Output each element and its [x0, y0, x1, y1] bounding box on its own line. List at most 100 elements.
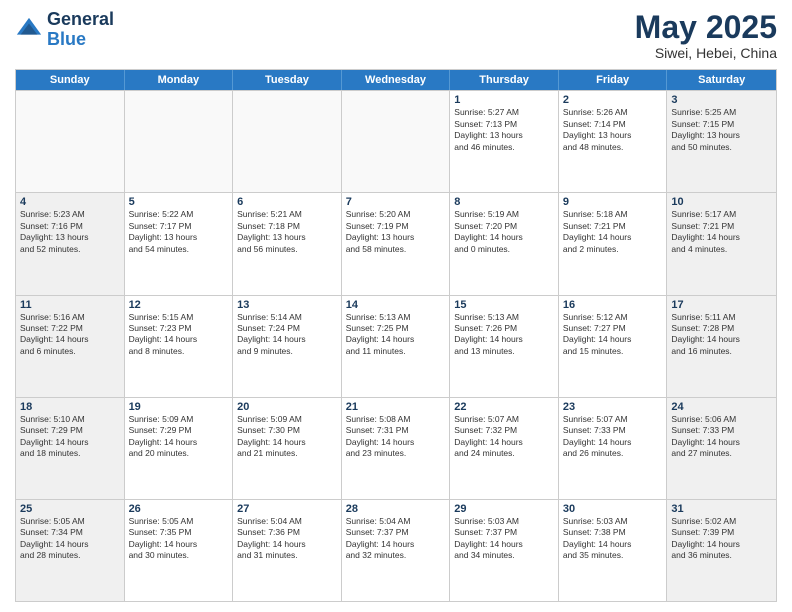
cell-info-line: Daylight: 14 hours [129, 539, 229, 550]
calendar-body: 1Sunrise: 5:27 AMSunset: 7:13 PMDaylight… [16, 90, 776, 601]
day-number: 5 [129, 196, 229, 208]
cell-info-line: Daylight: 13 hours [454, 130, 554, 141]
day-number: 19 [129, 401, 229, 413]
cell-info-line: and 27 minutes. [671, 448, 772, 459]
cell-info-line: Daylight: 14 hours [346, 334, 446, 345]
cell-info-line: and 34 minutes. [454, 550, 554, 561]
cell-info-line: Sunrise: 5:22 AM [129, 209, 229, 220]
day-number: 9 [563, 196, 663, 208]
calendar-cell: 11Sunrise: 5:16 AMSunset: 7:22 PMDayligh… [16, 296, 125, 397]
cell-info-line: Daylight: 13 hours [671, 130, 772, 141]
cell-info-line: Sunset: 7:37 PM [346, 527, 446, 538]
cell-info-line: Sunrise: 5:25 AM [671, 107, 772, 118]
cell-info-line: Sunrise: 5:08 AM [346, 414, 446, 425]
calendar-cell [233, 91, 342, 192]
cell-info-line: and 21 minutes. [237, 448, 337, 459]
cell-info-line: Sunrise: 5:11 AM [671, 312, 772, 323]
cell-info-line: Sunrise: 5:19 AM [454, 209, 554, 220]
cell-info-line: Sunrise: 5:20 AM [346, 209, 446, 220]
page-header: General Blue May 2025 Siwei, Hebei, Chin… [15, 10, 777, 61]
cell-info-line: Sunrise: 5:06 AM [671, 414, 772, 425]
day-header-monday: Monday [125, 70, 234, 90]
day-header-saturday: Saturday [667, 70, 776, 90]
cell-info-line: Daylight: 13 hours [563, 130, 663, 141]
calendar-cell: 21Sunrise: 5:08 AMSunset: 7:31 PMDayligh… [342, 398, 451, 499]
cell-info-line: Sunset: 7:26 PM [454, 323, 554, 334]
calendar-cell: 5Sunrise: 5:22 AMSunset: 7:17 PMDaylight… [125, 193, 234, 294]
day-number: 16 [563, 299, 663, 311]
day-number: 11 [20, 299, 120, 311]
cell-info-line: Sunrise: 5:21 AM [237, 209, 337, 220]
calendar-row-2: 4Sunrise: 5:23 AMSunset: 7:16 PMDaylight… [16, 192, 776, 294]
cell-info-line: and 8 minutes. [129, 346, 229, 357]
calendar-cell: 12Sunrise: 5:15 AMSunset: 7:23 PMDayligh… [125, 296, 234, 397]
cell-info-line: Sunrise: 5:13 AM [454, 312, 554, 323]
calendar-cell: 6Sunrise: 5:21 AMSunset: 7:18 PMDaylight… [233, 193, 342, 294]
title-block: May 2025 Siwei, Hebei, China [635, 10, 777, 61]
calendar-cell: 19Sunrise: 5:09 AMSunset: 7:29 PMDayligh… [125, 398, 234, 499]
cell-info-line: and 16 minutes. [671, 346, 772, 357]
cell-info-line: Daylight: 13 hours [346, 232, 446, 243]
cell-info-line: Sunset: 7:31 PM [346, 425, 446, 436]
cell-info-line: and 58 minutes. [346, 244, 446, 255]
cell-info-line: Sunset: 7:33 PM [563, 425, 663, 436]
cell-info-line: Sunset: 7:21 PM [671, 221, 772, 232]
logo-blue: Blue [47, 29, 86, 49]
cell-info-line: Daylight: 14 hours [20, 334, 120, 345]
day-number: 2 [563, 94, 663, 106]
day-number: 12 [129, 299, 229, 311]
cell-info-line: Sunset: 7:34 PM [20, 527, 120, 538]
cell-info-line: Sunrise: 5:09 AM [129, 414, 229, 425]
day-number: 24 [671, 401, 772, 413]
calendar-cell: 24Sunrise: 5:06 AMSunset: 7:33 PMDayligh… [667, 398, 776, 499]
cell-info-line: Sunrise: 5:10 AM [20, 414, 120, 425]
cell-info-line: and 30 minutes. [129, 550, 229, 561]
cell-info-line: and 23 minutes. [346, 448, 446, 459]
cell-info-line: Sunset: 7:23 PM [129, 323, 229, 334]
calendar-cell: 16Sunrise: 5:12 AMSunset: 7:27 PMDayligh… [559, 296, 668, 397]
cell-info-line: Sunset: 7:22 PM [20, 323, 120, 334]
cell-info-line: and 20 minutes. [129, 448, 229, 459]
cell-info-line: and 52 minutes. [20, 244, 120, 255]
day-number: 14 [346, 299, 446, 311]
cell-info-line: and 46 minutes. [454, 142, 554, 153]
day-header-wednesday: Wednesday [342, 70, 451, 90]
cell-info-line: Sunrise: 5:23 AM [20, 209, 120, 220]
cell-info-line: and 56 minutes. [237, 244, 337, 255]
cell-info-line: Daylight: 14 hours [671, 437, 772, 448]
calendar-cell [342, 91, 451, 192]
calendar-cell: 22Sunrise: 5:07 AMSunset: 7:32 PMDayligh… [450, 398, 559, 499]
cell-info-line: Sunset: 7:18 PM [237, 221, 337, 232]
cell-info-line: Sunrise: 5:17 AM [671, 209, 772, 220]
cell-info-line: Daylight: 14 hours [129, 437, 229, 448]
day-number: 26 [129, 503, 229, 515]
cell-info-line: Sunset: 7:13 PM [454, 119, 554, 130]
calendar-cell: 28Sunrise: 5:04 AMSunset: 7:37 PMDayligh… [342, 500, 451, 601]
cell-info-line: Daylight: 14 hours [671, 232, 772, 243]
cell-info-line: Daylight: 14 hours [346, 539, 446, 550]
day-number: 18 [20, 401, 120, 413]
calendar-cell [125, 91, 234, 192]
calendar-cell: 31Sunrise: 5:02 AMSunset: 7:39 PMDayligh… [667, 500, 776, 601]
day-number: 25 [20, 503, 120, 515]
cell-info-line: and 15 minutes. [563, 346, 663, 357]
cell-info-line: Sunset: 7:19 PM [346, 221, 446, 232]
cell-info-line: Sunrise: 5:07 AM [454, 414, 554, 425]
cell-info-line: Sunrise: 5:12 AM [563, 312, 663, 323]
calendar-cell: 3Sunrise: 5:25 AMSunset: 7:15 PMDaylight… [667, 91, 776, 192]
calendar-header: SundayMondayTuesdayWednesdayThursdayFrid… [16, 70, 776, 90]
cell-info-line: Daylight: 14 hours [671, 334, 772, 345]
calendar-row-4: 18Sunrise: 5:10 AMSunset: 7:29 PMDayligh… [16, 397, 776, 499]
cell-info-line: Daylight: 14 hours [454, 232, 554, 243]
cell-info-line: Sunrise: 5:13 AM [346, 312, 446, 323]
calendar-cell: 10Sunrise: 5:17 AMSunset: 7:21 PMDayligh… [667, 193, 776, 294]
cell-info-line: Daylight: 14 hours [563, 437, 663, 448]
cell-info-line: and 6 minutes. [20, 346, 120, 357]
cell-info-line: and 28 minutes. [20, 550, 120, 561]
calendar-cell: 1Sunrise: 5:27 AMSunset: 7:13 PMDaylight… [450, 91, 559, 192]
calendar-cell: 15Sunrise: 5:13 AMSunset: 7:26 PMDayligh… [450, 296, 559, 397]
cell-info-line: and 32 minutes. [346, 550, 446, 561]
cell-info-line: Sunset: 7:14 PM [563, 119, 663, 130]
cell-info-line: Sunrise: 5:15 AM [129, 312, 229, 323]
cell-info-line: Daylight: 14 hours [237, 539, 337, 550]
